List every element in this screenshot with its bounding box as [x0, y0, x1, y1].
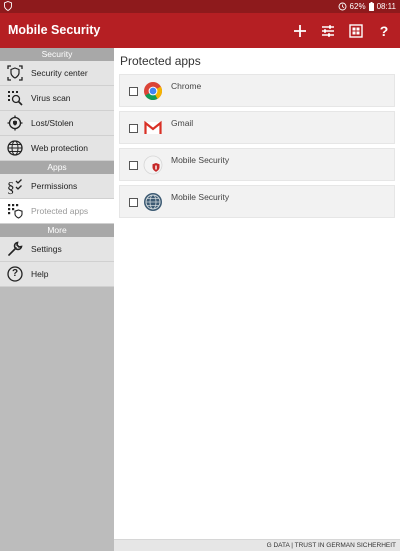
sidebar-item-help[interactable]: ? Help: [0, 262, 114, 287]
sidebar-item-protected-apps[interactable]: Protected apps: [0, 199, 114, 224]
clock: 08:11: [376, 2, 396, 11]
app-name: Mobile Security: [171, 155, 230, 165]
sidebar-item-web-protection[interactable]: Web protection: [0, 136, 114, 161]
wrench-icon: [6, 240, 24, 258]
mobile-security-icon: [143, 155, 163, 175]
help-circle-icon: ?: [6, 265, 24, 283]
alarm-icon: [338, 2, 346, 11]
sidebar-item-label: Virus scan: [31, 93, 71, 103]
app-name: Gmail: [171, 118, 194, 128]
app-checkbox[interactable]: [129, 124, 138, 133]
app-checkbox[interactable]: [129, 87, 138, 96]
virus-scan-icon: [6, 89, 24, 107]
page-title: Protected apps: [120, 54, 201, 68]
security-center-icon: [6, 64, 24, 82]
globe-icon: [6, 139, 24, 157]
sidebar-item-label: Web protection: [31, 143, 89, 153]
lost-stolen-icon: [6, 114, 24, 132]
sidebar-item-label: Lost/Stolen: [31, 118, 74, 128]
sidebar-item-lost-stolen[interactable]: Lost/Stolen: [0, 111, 114, 136]
internet-security-icon: [144, 193, 162, 211]
svg-text:§: §: [7, 180, 15, 195]
sidebar-item-label: Permissions: [31, 181, 78, 191]
sidebar-item-security-center[interactable]: Security center: [0, 61, 114, 86]
section-header-security: Security: [0, 48, 114, 61]
app-name: Mobile Security: [171, 192, 230, 202]
protected-apps-icon: [6, 202, 24, 220]
battery-icon: [368, 2, 374, 11]
add-button[interactable]: [292, 23, 308, 39]
chrome-icon: [144, 82, 163, 101]
section-header-apps: Apps: [0, 161, 114, 174]
battery-percent: 62%: [349, 2, 366, 11]
app-checkbox[interactable]: [129, 161, 138, 170]
sidebar-item-label: Protected apps: [31, 206, 89, 216]
sliders-icon: [322, 24, 334, 37]
grid-icon: [349, 23, 363, 38]
sidebar: Security Security center Virus scan Lost…: [0, 48, 114, 551]
app-checkbox[interactable]: [129, 198, 138, 207]
sidebar-item-label: Settings: [31, 244, 62, 254]
footer-tagline: G DATA | TRUST IN GERMAN SICHERHEIT: [114, 539, 400, 551]
app-name: Chrome: [171, 81, 202, 91]
add-icon: [294, 24, 306, 37]
gmail-icon: [144, 120, 162, 134]
app-bar-actions: ?: [292, 13, 392, 48]
protected-apps-list: Chrome Gmail Mobile Security Mobile Secu…: [119, 74, 395, 222]
list-item[interactable]: Chrome: [119, 74, 395, 107]
permissions-icon: §: [6, 177, 24, 195]
sidebar-item-settings[interactable]: Settings: [0, 237, 114, 262]
sidebar-item-permissions[interactable]: § Permissions: [0, 174, 114, 199]
sidebar-item-label: Help: [31, 269, 49, 279]
dashboard-button[interactable]: [348, 23, 364, 39]
help-icon: ?: [379, 22, 389, 39]
list-item[interactable]: Mobile Security: [119, 185, 395, 218]
help-button[interactable]: ?: [376, 23, 392, 39]
shield-icon: [4, 1, 12, 11]
filter-settings-button[interactable]: [320, 23, 336, 39]
list-item[interactable]: Gmail: [119, 111, 395, 144]
status-bar: 62% 08:11: [0, 0, 400, 13]
app-bar: Mobile Security ?: [0, 13, 400, 48]
main-content: Protected apps Chrome Gmail Mobile Secur…: [114, 48, 400, 551]
sidebar-item-label: Security center: [31, 68, 88, 78]
app-title: Mobile Security: [8, 23, 101, 37]
sidebar-item-virus-scan[interactable]: Virus scan: [0, 86, 114, 111]
list-item[interactable]: Mobile Security: [119, 148, 395, 181]
section-header-more: More: [0, 224, 114, 237]
